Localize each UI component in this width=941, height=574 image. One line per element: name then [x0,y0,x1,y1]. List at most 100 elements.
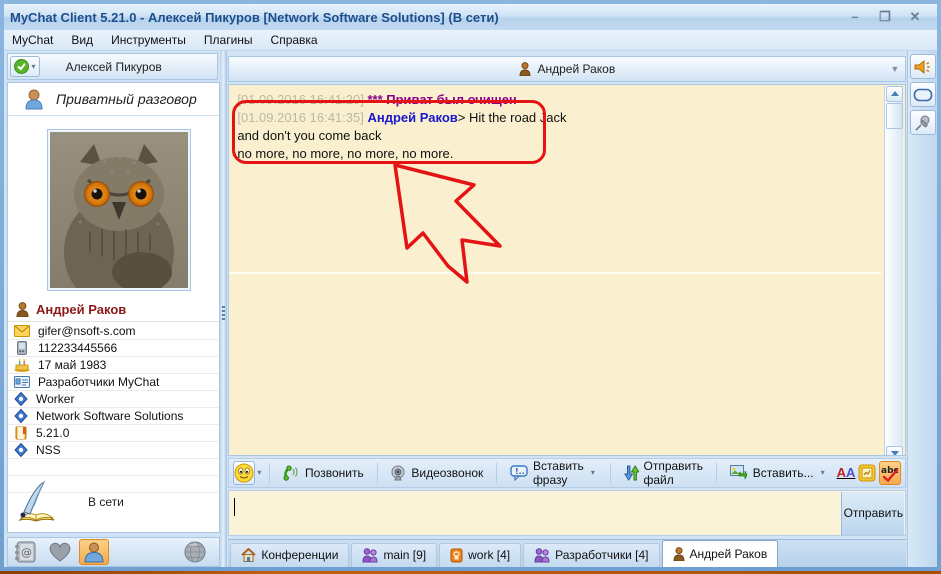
menu-tools[interactable]: Инструменты [111,33,186,47]
message-input[interactable] [229,491,905,535]
message-text: > Hit the road Jack [457,109,567,125]
user-icon [83,541,105,563]
tab-andrey-rakov[interactable]: Андрей Раков [661,539,779,567]
text-caret [234,497,236,516]
toolbar-separator [609,462,611,483]
message-line: and don't you come back [237,127,382,143]
menu-mychat[interactable]: MyChat [12,33,53,47]
contact-field-server: NSS [8,442,219,459]
chat-scrollbar[interactable] [884,85,904,455]
contact-version: 5.21.0 [36,426,70,440]
contact-field-email: gifer@nsoft-s.com [8,323,219,340]
status-button[interactable]: ▾ [10,56,40,77]
sidebar-splitter[interactable] [220,51,228,567]
smiley-icon [234,463,254,483]
send-button[interactable]: Отправить [841,491,905,535]
history-button[interactable] [858,461,876,485]
menu-help[interactable]: Справка [271,33,318,47]
send-file-label: Отправить файл [643,458,704,487]
emoticons-dropdown-icon[interactable]: ▾ [255,468,263,477]
spellcheck-button[interactable]: abc [879,460,902,485]
pin-button[interactable] [909,110,936,135]
contact-server: NSS [36,443,61,457]
minimize-button[interactable]: – [847,10,863,24]
contact-field-group: Разработчики MyChat [8,374,219,391]
message-timestamp: [01.09.2016 16:41:20] [237,91,364,107]
users-icon [362,548,378,563]
sidebar-header: ▾ Алексей Пикуров [7,53,219,80]
tab-work[interactable]: work [4] [439,542,522,567]
video-call-label: Видеозвонок [411,465,484,480]
web-button[interactable] [180,539,210,565]
contact-birthday: 17 май 1983 [38,358,107,372]
spellcheck-icon: abc [880,464,900,482]
user-card-button[interactable] [79,539,109,565]
chevron-down-icon[interactable]: ▼ [890,64,899,74]
menu-view[interactable]: Вид [71,33,93,47]
toolbar-separator [269,462,271,483]
contact-role: Worker [36,392,75,406]
triangle-up-icon [890,91,899,96]
theme-button[interactable] [909,82,936,107]
insert-object-button[interactable]: Вставить... ▾ [723,462,834,483]
user-icon [519,61,531,76]
window-controls: – ❐ ✕ [847,10,931,24]
private-mode-row: Приватный разговор [8,83,219,116]
speech-bubble-icon: !.. [510,465,528,481]
birthday-icon [14,358,30,372]
sound-button[interactable] [909,54,936,79]
tab-developers[interactable]: Разработчики [4] [523,542,660,567]
tab-label: Андрей Раков [689,546,768,561]
insert-phrase-button[interactable]: !.. Вставить фразу ▾ [503,456,604,490]
tab-label: Конференции [261,548,339,563]
tab-label: work [4] [468,548,511,563]
main-content: ▾ Алексей Пикуров Приватный разговор Анд… [4,51,937,567]
sidebar-panel: Приватный разговор Андрей Раков gifer@ns… [7,82,220,533]
phone-call-icon [283,465,300,481]
chat-messages-area[interactable]: [01.09.2016 16:41:20] *** Приват был очи… [228,83,907,456]
close-button[interactable]: ✕ [907,10,923,24]
scroll-down-button[interactable] [886,445,904,455]
svg-text:@: @ [21,546,32,559]
toolbar-separator [716,462,717,483]
tab-main[interactable]: main [9] [351,542,438,567]
mychat-window: MyChat Client 5.21.0 - Алексей Пикуров [… [0,0,941,574]
call-button[interactable]: Позвонить [276,462,371,484]
scroll-up-button[interactable] [886,85,904,102]
call-label: Позвонить [305,465,364,480]
home-icon [241,548,257,563]
user-icon [672,547,685,561]
sidebar: ▾ Алексей Пикуров Приватный разговор Анд… [4,51,221,567]
pushpin-icon [914,114,932,132]
video-call-button[interactable]: Видеозвонок [383,462,490,484]
self-user-name: Алексей Пикуров [65,59,162,74]
channel-tabbar: Конференции main [9] work [4] Разработчи… [228,538,907,567]
emoticons-button[interactable] [233,460,256,485]
contacts-book-button[interactable]: @ [11,539,41,565]
toolbar-separator [376,462,378,483]
font-button[interactable]: AA [837,461,856,485]
scrollbar-thumb[interactable] [886,102,904,129]
chat-header[interactable]: Андрей Раков ▼ [228,56,907,82]
send-file-button[interactable]: Отправить файл [617,456,711,490]
message-line: [01.09.2016 16:41:35] Андрей Раков> Hit … [237,109,897,127]
tab-conferences[interactable]: Конференции [230,542,350,567]
unread-divider [229,271,882,274]
contact-field-role: Worker [8,391,219,408]
title-bar: MyChat Client 5.21.0 - Алексей Пикуров [… [4,4,937,30]
contact-field-version: 5.21.0 [8,425,219,442]
lock-icon [450,548,463,563]
message-author: Андрей Раков [367,109,458,125]
speaker-icon [913,58,933,76]
font-icon: AA [836,465,856,481]
tab-label: Разработчики [4] [555,548,649,563]
file-transfer-icon [623,464,639,481]
contact-name: Андрей Раков [36,302,127,317]
info-icon [14,409,28,423]
menu-plugins[interactable]: Плагины [204,33,253,47]
favorites-button[interactable] [45,539,75,565]
window-frame: MyChat Client 5.21.0 - Алексей Пикуров [… [4,4,937,567]
maximize-button[interactable]: ❐ [877,10,893,24]
chat-header-title: Андрей Раков [537,61,616,76]
presence-label: В сети [88,495,124,509]
